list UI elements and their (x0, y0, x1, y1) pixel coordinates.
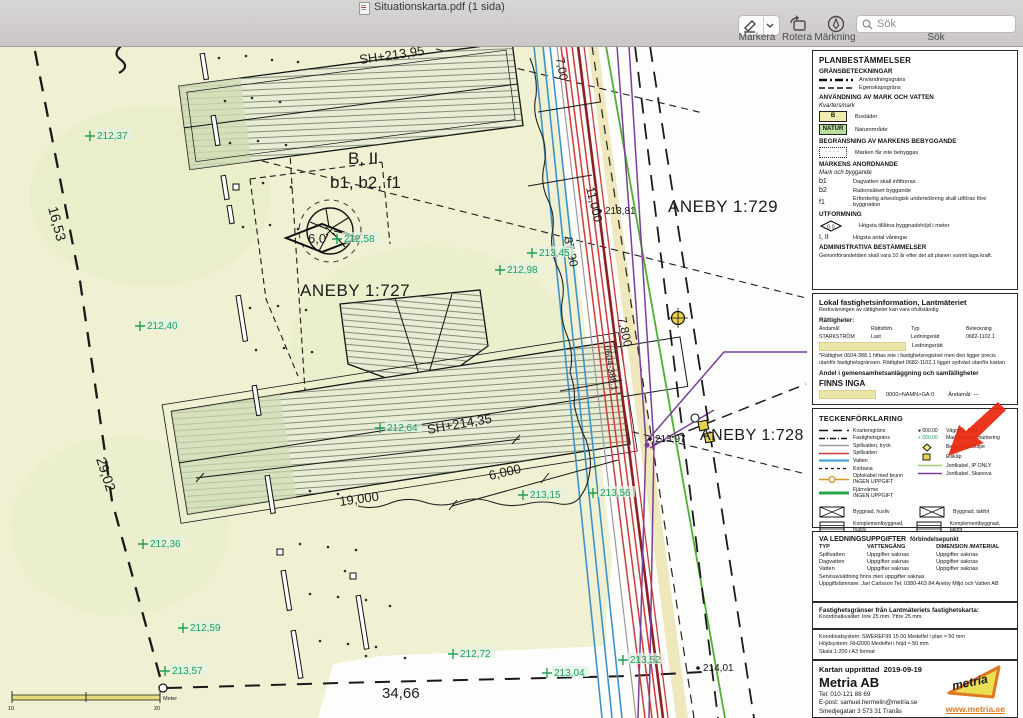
granser-box: Fastighetsgränser från Lantmäteriets fas… (812, 602, 1018, 629)
byggnad-husliv-swatch (819, 506, 849, 518)
markup-icon (825, 14, 847, 34)
grans-title: GRÄNSBETECKNINGAR (819, 68, 1011, 75)
plan-title: PLANBESTÄMMELSER (819, 56, 1011, 65)
window-chrome: Situationskarta.pdf (1 sida) Markera Rot… (0, 0, 1023, 47)
optokabel-swatch (819, 475, 849, 484)
prickmark-swatch: ···· (819, 147, 847, 158)
fastighetsinfo-title: Lokal fastighetsinformation, Lantmäterie… (819, 298, 1011, 307)
rotate-icon (787, 14, 809, 34)
va-row: SpillvattenUppgifter saknasUppgifter sak… (819, 552, 1011, 558)
parcel-label-728: ANEBY 1:728 (700, 427, 804, 444)
svg-text:212,59: 212,59 (190, 623, 221, 634)
planbestammelser-box: PLANBESTÄMMELSER GRÄNSBETECKNINGAR Använ… (812, 50, 1018, 290)
va-row: DagvattenUppgifter saknasUppgifter sakna… (819, 559, 1011, 565)
metria-url[interactable]: www.metria.se (946, 704, 1005, 714)
svg-text:212,36: 212,36 (150, 539, 181, 550)
svg-text:213,56: 213,56 (600, 488, 631, 499)
chevron-down-icon[interactable] (764, 22, 776, 30)
zoning-use-label: B, II (348, 149, 378, 168)
koordinat-box: Koordinatsystem: SWEREF99 15 00 Medelfel… (812, 629, 1018, 660)
search-icon (862, 19, 873, 30)
svg-text:10: 10 (8, 706, 14, 712)
ledningsratt-highlight (819, 342, 906, 351)
svg-text:34,66: 34,66 (382, 685, 420, 702)
parcel-label-727: ANEBY 1:727 (300, 281, 410, 300)
svg-text:Meter: Meter (163, 696, 177, 702)
sok-label: Sök (906, 32, 966, 43)
metria-logo: metria (941, 663, 1007, 701)
svg-text:20: 20 (154, 706, 160, 712)
admin-text: Genomförandetiden skall vara 10 år efter… (819, 253, 1011, 260)
preview-window: Situationskarta.pdf (1 sida) Markera Rot… (0, 0, 1023, 718)
svg-text:212,72: 212,72 (460, 649, 491, 660)
zoning-props-label: b1, b2, f1 (330, 173, 401, 192)
va-row: VattenUppgifter saknasUppgifter saknas (819, 566, 1011, 572)
admin-title: ADMINISTRATIVA BESTÄMMELSER (819, 244, 1011, 251)
anordnande-title: MARKENS ANORDNANDE (819, 161, 1011, 168)
anvandning-title: ANVÄNDNING AV MARK OCH VATTEN (819, 94, 1011, 101)
svg-text:0.0: 0.0 (827, 225, 835, 231)
svg-text:212,37: 212,37 (97, 131, 128, 142)
svg-text:213,45: 213,45 (539, 248, 570, 259)
markning-label: Märkning (805, 32, 865, 43)
hojd-diamond-icon: 0.0 (819, 220, 853, 232)
window-title: Situationskarta.pdf (1 sida) (374, 1, 505, 13)
natur-code: NATUR (819, 124, 847, 135)
egenskapsgrans-swatch (819, 85, 853, 91)
map-date: 2019-09-19 (884, 665, 922, 674)
svg-text:213,52: 213,52 (630, 655, 661, 666)
svg-text:213,97: 213,97 (655, 434, 686, 445)
rattighet-note: *Rättighet 0604-388.1 hittas inte i fast… (819, 353, 1011, 368)
kvartersmark-subtitle: Kvartersmark (819, 103, 1011, 109)
svg-text:212,58: 212,58 (344, 234, 375, 245)
svg-text:213,04: 213,04 (554, 668, 585, 679)
red-arrow-annotation[interactable] (928, 399, 1008, 461)
svg-text:212,64: 212,64 (387, 423, 418, 434)
search-placeholder: Sök (877, 18, 896, 30)
utformning-title: UTFORMNING (819, 211, 1011, 218)
va-box: VA LEDNINGSUPPGIFTER förbindelsepunkt TY… (812, 531, 1018, 602)
search-input[interactable]: Sök (856, 15, 1016, 33)
ga-highlight (819, 390, 876, 399)
svg-text:213,57: 213,57 (172, 666, 203, 677)
begransning-title: BEGRÄNSNING AV MARKENS BEBYGGANDE (819, 138, 1011, 145)
pdf-document-icon (359, 2, 370, 15)
svg-text:214,01: 214,01 (703, 663, 734, 674)
legend-left-column: Kvartersgräns Fastighetsgräns Spillvatte… (819, 426, 918, 500)
fastighetsinfo-box: Lokal fastighetsinformation, Lantmäterie… (812, 293, 1018, 405)
svg-text:213,15: 213,15 (530, 490, 561, 501)
svg-text:212,98: 212,98 (507, 265, 538, 276)
bostader-code: B (819, 111, 847, 122)
svg-text:213,81: 213,81 (605, 206, 636, 217)
finns-inga: FINNS INGA (819, 379, 1011, 388)
svg-text:6,0: 6,0 (308, 231, 326, 246)
metria-box: Kartan upprättad 2019-09-19 Metria AB Te… (812, 660, 1018, 718)
svg-text:212,40: 212,40 (147, 321, 178, 332)
mark-subtitle: Mark och byggande (819, 170, 1011, 176)
byggnad-takfot-swatch (919, 506, 949, 518)
parcel-label-729: ANEBY 1:729 (668, 197, 778, 216)
anvandningsgrans-swatch (819, 77, 853, 83)
